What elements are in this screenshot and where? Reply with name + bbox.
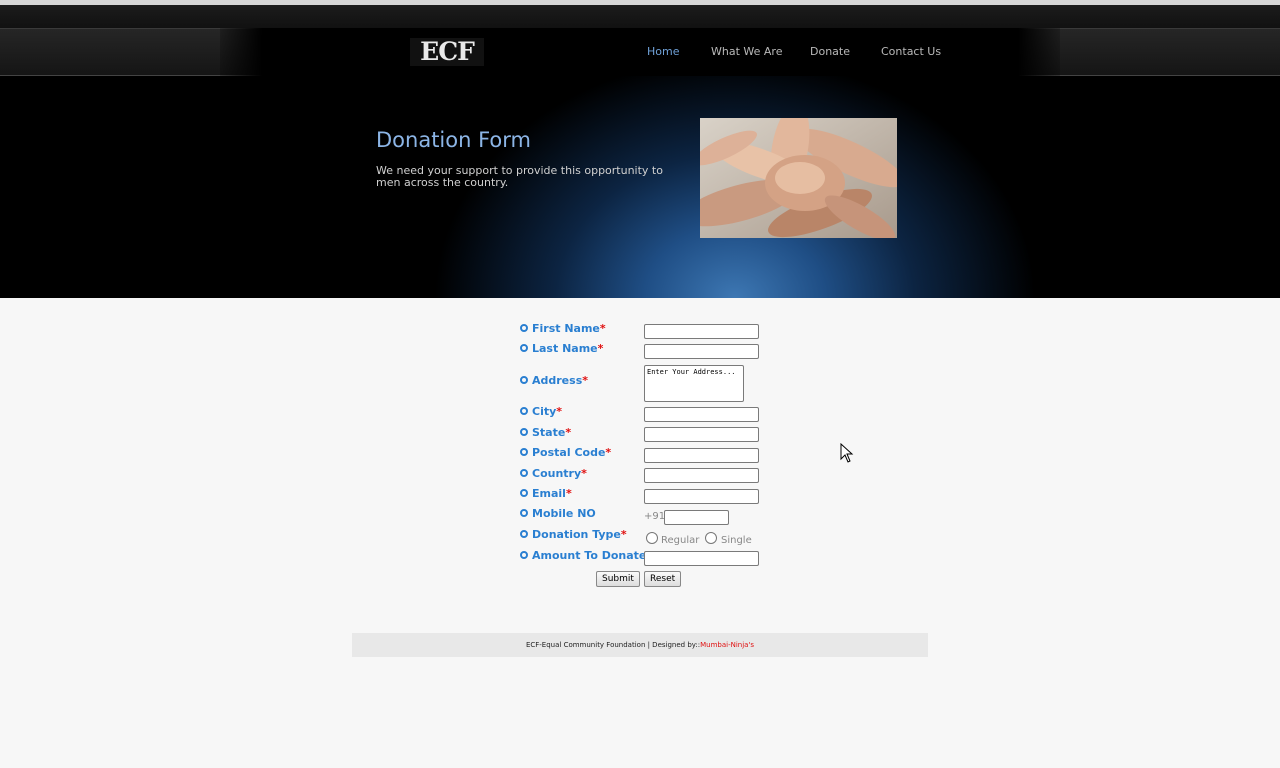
footer-text: ECF-Equal Community Foundation | Designe… <box>525 641 701 649</box>
label-donation-type: Donation Type* <box>520 528 627 541</box>
bullet-icon <box>520 448 528 456</box>
bullet-icon <box>520 376 528 384</box>
designer-credit-link[interactable]: Mumbai-Ninja's <box>700 641 754 649</box>
bullet-icon <box>520 530 528 538</box>
nav-home[interactable]: Home <box>647 45 679 58</box>
site-logo[interactable]: ECF <box>410 38 484 66</box>
mobile-input[interactable] <box>664 510 729 525</box>
bullet-icon <box>520 407 528 415</box>
bullet-icon <box>520 469 528 477</box>
last-name-input[interactable] <box>644 344 759 359</box>
label-city: City* <box>520 405 562 418</box>
top-bar <box>0 5 1280 28</box>
postal-code-input[interactable] <box>644 448 759 463</box>
bullet-icon <box>520 344 528 352</box>
country-input[interactable] <box>644 468 759 483</box>
mobile-prefix: +91 <box>644 511 666 522</box>
label-address: Address* <box>520 374 588 387</box>
radio-single[interactable] <box>705 532 717 544</box>
state-input[interactable] <box>644 427 759 442</box>
bullet-icon <box>520 509 528 517</box>
nav-contact-us[interactable]: Contact Us <box>881 45 941 58</box>
nav-what-we-are[interactable]: What We Are <box>711 45 782 58</box>
email-input[interactable] <box>644 489 759 504</box>
mouse-cursor-icon <box>840 443 854 463</box>
bullet-icon <box>520 489 528 497</box>
amount-input[interactable] <box>644 551 759 566</box>
radio-single-label: Single <box>721 535 752 546</box>
bullet-icon <box>520 324 528 332</box>
footer: ECF-Equal Community Foundation | Designe… <box>352 633 928 657</box>
label-first-name: First Name* <box>520 322 606 335</box>
radio-regular-label: Regular <box>661 535 700 546</box>
label-mobile: Mobile NO <box>520 507 596 520</box>
page-title: Donation Form <box>376 128 531 152</box>
page-subtitle: We need your support to provide this opp… <box>376 164 663 189</box>
bullet-icon <box>520 551 528 559</box>
hands-photo-illustration <box>700 118 897 238</box>
label-postal-code: Postal Code* <box>520 446 611 459</box>
bullet-icon <box>520 428 528 436</box>
address-textarea[interactable]: Enter Your Address... <box>644 365 744 402</box>
label-country: Country* <box>520 467 587 480</box>
label-amount: Amount To Donate* <box>520 549 652 562</box>
submit-button[interactable]: Submit <box>596 571 640 587</box>
radio-regular[interactable] <box>646 532 658 544</box>
nav-donate[interactable]: Donate <box>810 45 850 58</box>
reset-button[interactable]: Reset <box>644 571 682 587</box>
first-name-input[interactable] <box>644 324 759 339</box>
hands-together-image <box>700 118 897 238</box>
label-last-name: Last Name* <box>520 342 603 355</box>
label-state: State* <box>520 426 571 439</box>
label-email: Email* <box>520 487 572 500</box>
city-input[interactable] <box>644 407 759 422</box>
